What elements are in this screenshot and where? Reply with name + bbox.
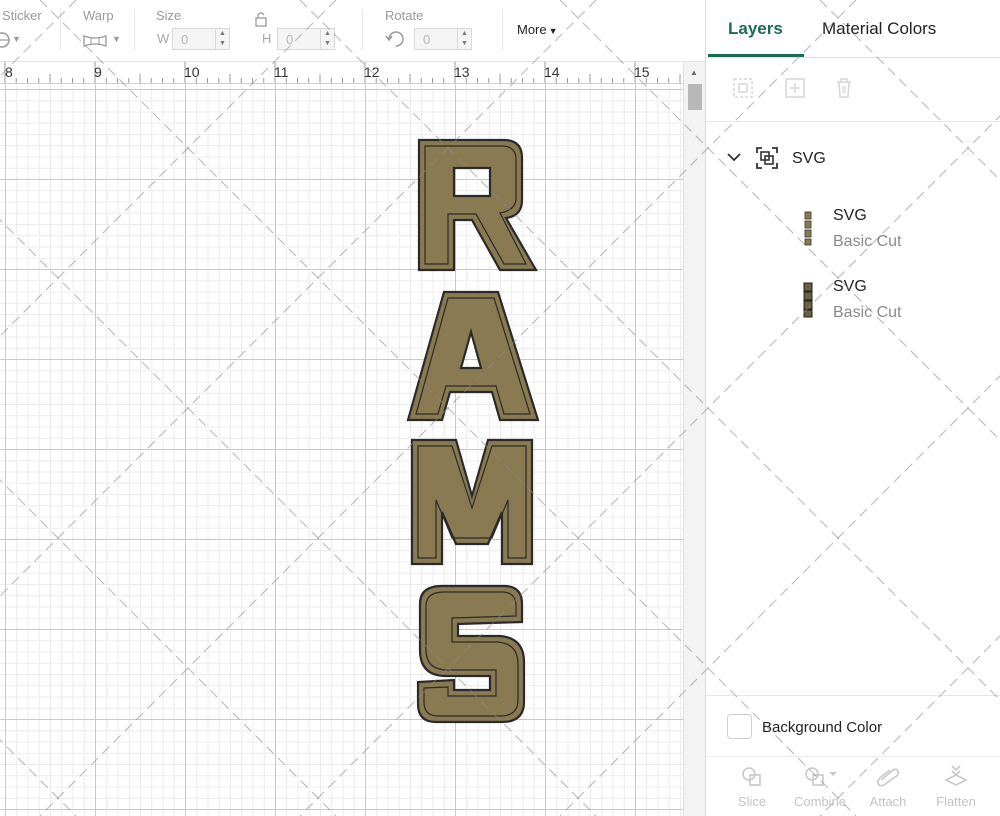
ruler-label: 11 [274,64,289,80]
warp-chevron-down-icon[interactable]: ▼ [112,34,121,44]
flatten-icon [944,765,968,786]
width-input[interactable]: 0 ▲ ▼ [172,28,230,50]
letter-m [410,438,534,566]
layer-operation-type[interactable]: Basic Cut [833,304,901,322]
warp-label: Warp [83,8,114,23]
sticker-chevron-down-icon[interactable]: ▼ [12,34,21,44]
ruler-label: 8 [5,64,13,80]
tabs-divider [706,57,1000,58]
height-stepper[interactable]: ▲ ▼ [320,29,334,49]
rotate-icon[interactable] [385,28,407,50]
rotate-label: Rotate [385,8,424,23]
rotate-value: 0 [423,32,431,47]
width-prefix: W [157,31,170,46]
ruler-ticks [4,62,681,83]
group-layers-icon[interactable] [731,76,755,100]
layer-name[interactable]: SVG [833,278,867,296]
scroll-up-arrow-icon[interactable]: ▲ [690,68,698,77]
combine-label: Combine [793,794,847,809]
rotate-stepper[interactable]: ▲ ▼ [457,29,471,49]
background-section-divider [706,695,1000,696]
toolbar-divider [134,10,135,50]
ruler-label: 15 [634,64,650,80]
attach-label: Attach [869,794,907,809]
width-value: 0 [181,32,189,47]
flatten-button[interactable]: Flatten [926,764,986,814]
design-canvas[interactable] [0,84,683,816]
layer-thumbnail [804,211,812,246]
layer-name[interactable]: SVG [833,207,867,225]
height-prefix: H [262,31,272,46]
toolbar-divider [362,10,363,50]
scrollbar-thumb[interactable] [688,84,702,110]
attach-icon [877,768,899,787]
group-icon [756,147,778,169]
attach-button[interactable]: Attach [858,764,918,814]
group-name[interactable]: SVG [792,150,826,168]
slice-button[interactable]: Slice [722,764,782,814]
edit-toolbar: Sticker ▼ Warp ▼ Size W 0 ▲ ▼ H 0 ▲ ▼ Rota… [0,0,705,62]
letter-a [406,290,540,422]
height-input[interactable]: 0 ▲ ▼ [277,28,335,50]
letter-s [416,584,526,724]
warp-icon[interactable] [82,33,108,49]
ruler-label: 14 [544,64,560,80]
toolbar-divider [502,10,503,50]
ruler-label: 13 [454,64,470,80]
chevron-down-icon[interactable] [726,149,742,165]
slice-icon [742,767,761,786]
rotate-input[interactable]: 0 ▲ ▼ [414,28,472,50]
layers-panel: Layers Material Colors SVG SVG Basic Cut… [705,0,1000,816]
tab-layers[interactable]: Layers [728,19,783,39]
toolbar-divider [60,10,61,50]
ruler-label: 9 [94,64,102,80]
size-label: Size [156,8,182,23]
delete-icon[interactable] [832,76,856,100]
background-color-swatch[interactable] [727,714,752,739]
layer-thumbnail [803,282,813,318]
height-value: 0 [286,32,294,47]
rams-svg-artwork[interactable] [404,136,544,726]
layer-operation-type[interactable]: Basic Cut [833,233,901,251]
ruler-label: 10 [184,64,200,80]
width-stepper[interactable]: ▲ ▼ [215,29,229,49]
tab-material-colors[interactable]: Material Colors [822,19,936,39]
layer-tools-divider [706,121,1000,122]
horizontal-ruler: 8 9 10 11 12 13 14 15 [0,62,683,84]
sticker-label: Sticker [2,8,42,23]
rams-letters [406,138,540,724]
ruler-label: 12 [364,64,380,80]
more-button[interactable]: More ▼ [517,22,558,37]
more-caret-down-icon: ▼ [548,26,558,36]
flatten-label: Flatten [936,794,976,809]
design-space-app: Sticker ▼ Warp ▼ Size W 0 ▲ ▼ H 0 ▲ ▼ Rota… [0,0,1000,816]
combine-button[interactable]: Combine [790,764,850,814]
actions-divider [706,756,1000,757]
more-label: More [517,22,547,37]
background-color-label: Background Color [762,719,883,736]
canvas-scrollbar[interactable]: ▲ [683,62,705,816]
combine-icon [805,767,837,786]
lock-icon[interactable] [253,10,269,28]
slice-label: Slice [737,794,767,809]
add-layer-icon[interactable] [783,76,807,100]
